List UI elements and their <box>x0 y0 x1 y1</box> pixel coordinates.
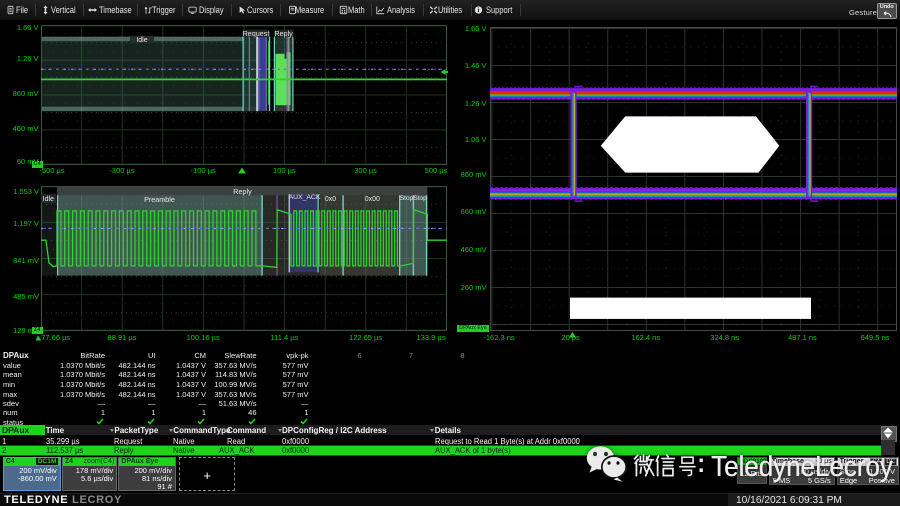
svg-text:i: i <box>478 8 480 14</box>
